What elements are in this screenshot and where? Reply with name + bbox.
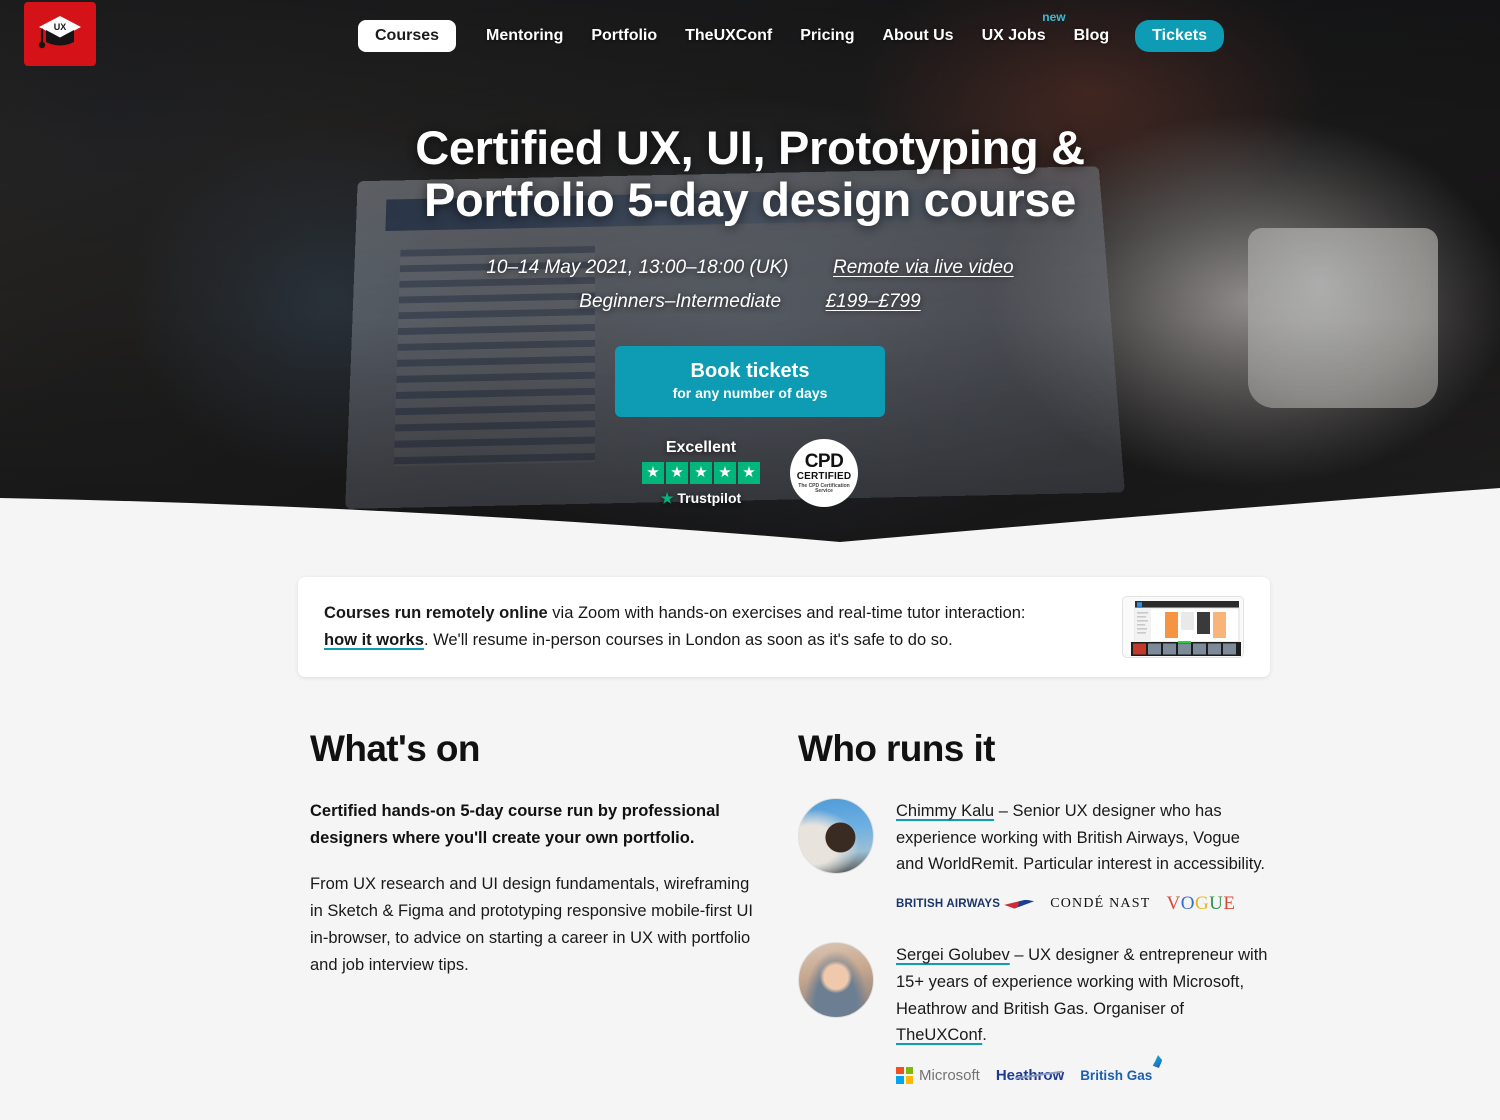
notice-text: Courses run remotely online via Zoom wit… (324, 600, 1122, 653)
star-icon: ★ (642, 461, 664, 484)
book-tickets-button[interactable]: Book tickets for any number of days (614, 345, 886, 417)
microsoft-squares-icon (896, 1066, 913, 1084)
instructor-bio-text-end: . (982, 1026, 987, 1045)
nav-item-portfolio[interactable]: Portfolio (577, 19, 671, 53)
british-airways-logo: BRITISH AIRWAYS (896, 893, 1035, 915)
instructor-name-link[interactable]: Sergei Golubev (896, 946, 1010, 964)
instructor-card: Chimmy Kalu – Senior UX designer who has… (798, 798, 1268, 916)
cpd-line-3: The CPD Certification Service (798, 482, 850, 494)
nav-item-theuxconf[interactable]: TheUXConf (671, 19, 786, 53)
whats-on-body: From UX research and UI design fundament… (310, 875, 753, 974)
page-title-line-2: Portfolio 5-day design course (423, 172, 1077, 226)
hero-meta: 10–14 May 2021, 13:00–18:00 (UK) Remote … (0, 251, 1500, 318)
instructor-details: Sergei Golubev – UX designer & entrepren… (896, 942, 1268, 1087)
page-title-line-1: Certified UX, UI, Prototyping & (415, 121, 1085, 174)
hero-content: Certified UX, UI, Prototyping & Portfoli… (0, 0, 1500, 507)
hero-badges: Excellent ★ ★ ★ ★ ★ ★ Trustpilot CPD CER… (0, 438, 1500, 507)
heathrow-logo: Heathrow (996, 1064, 1064, 1086)
trustpilot-name: Trustpilot (677, 490, 742, 507)
how-it-works-link[interactable]: how it works (324, 631, 424, 649)
vogue-logo: VOGUE (1166, 893, 1236, 915)
star-icon: ★ (666, 461, 688, 484)
trustpilot-stars: ★ ★ ★ ★ ★ (642, 461, 760, 484)
instructor-card: Sergei Golubev – UX designer & entrepren… (798, 942, 1268, 1087)
notice-text-part-2: . We'll resume in-person courses in Lond… (423, 631, 953, 649)
star-icon: ★ (690, 461, 712, 484)
star-icon: ★ (738, 461, 760, 484)
graduation-cap-icon: UX (38, 16, 81, 49)
trustpilot-star-icon: ★ (660, 489, 674, 506)
remote-courses-notice: Courses run remotely online via Zoom wit… (298, 577, 1270, 677)
instructor-details: Chimmy Kalu – Senior UX designer who has… (896, 798, 1268, 916)
hero-section: UX Courses Mentoring Portfolio TheUXConf… (0, 0, 1500, 550)
site-logo[interactable]: UX (24, 2, 96, 66)
conde-nast-logo: CONDÉ NAST (1050, 896, 1151, 912)
whats-on-lead: Certified hands-on 5-day course run by p… (310, 802, 720, 847)
course-format-link[interactable]: Remote via live video (833, 257, 1014, 278)
nav-links: Courses Mentoring Portfolio TheUXConf Pr… (358, 10, 1224, 53)
zoom-session-image (1123, 597, 1243, 657)
nav-item-blog[interactable]: Blog (1060, 19, 1124, 53)
trustpilot-rating-word: Excellent (665, 438, 737, 456)
nav-item-tickets[interactable]: Tickets (1135, 20, 1224, 52)
british-gas-logo: British Gas (1080, 1055, 1163, 1086)
content-columns: What's on Certified hands-on 5-day cours… (0, 728, 1500, 1113)
zoom-session-thumbnail[interactable] (1122, 596, 1244, 658)
whats-on-column: What's on Certified hands-on 5-day cours… (310, 728, 765, 1113)
book-tickets-label: Book tickets (690, 359, 810, 382)
instructor-bio: Chimmy Kalu – Senior UX designer who has… (896, 798, 1268, 878)
avatar-sergei-golubev (798, 942, 874, 1019)
client-logos: BRITISH AIRWAYS CONDÉ NAST VOGUE (896, 892, 1268, 916)
nav-item-mentoring[interactable]: Mentoring (472, 19, 577, 53)
british-gas-flame-icon (1152, 1055, 1163, 1069)
nav-item-pricing[interactable]: Pricing (786, 19, 868, 53)
course-dates: 10–14 May 2021, 13:00–18:00 (UK) (486, 257, 789, 279)
nav-item-courses[interactable]: Courses (358, 20, 457, 52)
who-runs-it-column: Who runs it Chimmy Kalu – Senior UX desi… (798, 728, 1268, 1113)
who-runs-it-heading: Who runs it (798, 728, 995, 769)
microsoft-logo: Microsoft (896, 1064, 980, 1086)
avatar-chimmy-kalu (798, 798, 874, 874)
course-level: Beginners–Intermediate (579, 290, 782, 312)
trustpilot-badge[interactable]: Excellent ★ ★ ★ ★ ★ ★ Trustpilot (642, 439, 760, 507)
book-tickets-sublabel: for any number of days (672, 384, 828, 401)
trustpilot-wordmark: ★ Trustpilot (642, 490, 760, 507)
course-price-link[interactable]: £199–£799 (826, 291, 921, 312)
notice-text-part-1: via Zoom with hands-on exercises and rea… (547, 604, 1026, 623)
notice-bold-prefix: Courses run remotely online (324, 604, 548, 623)
cpd-line-1: CPD (804, 450, 844, 472)
instructor-bio: Sergei Golubev – UX designer & entrepren… (896, 942, 1268, 1049)
whats-on-heading: What's on (310, 728, 480, 769)
star-icon: ★ (714, 461, 736, 484)
nav-item-about-us[interactable]: About Us (868, 19, 967, 53)
theuxconf-link[interactable]: TheUXConf (896, 1026, 982, 1044)
nav-item-ux-jobs-label: UX Jobs (981, 27, 1046, 44)
svg-text:UX: UX (54, 22, 67, 32)
nav-item-ux-jobs[interactable]: UX Jobs new (968, 10, 1066, 53)
cpd-certified-badge: CPD CERTIFIED The CPD Certification Serv… (790, 438, 858, 507)
client-logos: Microsoft Heathrow British Gas (896, 1055, 1268, 1087)
cpd-line-2: CERTIFIED (796, 470, 852, 482)
instructor-name-link[interactable]: Chimmy Kalu (896, 802, 994, 820)
main-navigation: UX Courses Mentoring Portfolio TheUXConf… (0, 0, 1500, 66)
british-airways-swoosh-icon (1004, 899, 1035, 909)
page-title: Certified UX, UI, Prototyping & Portfoli… (0, 122, 1500, 225)
